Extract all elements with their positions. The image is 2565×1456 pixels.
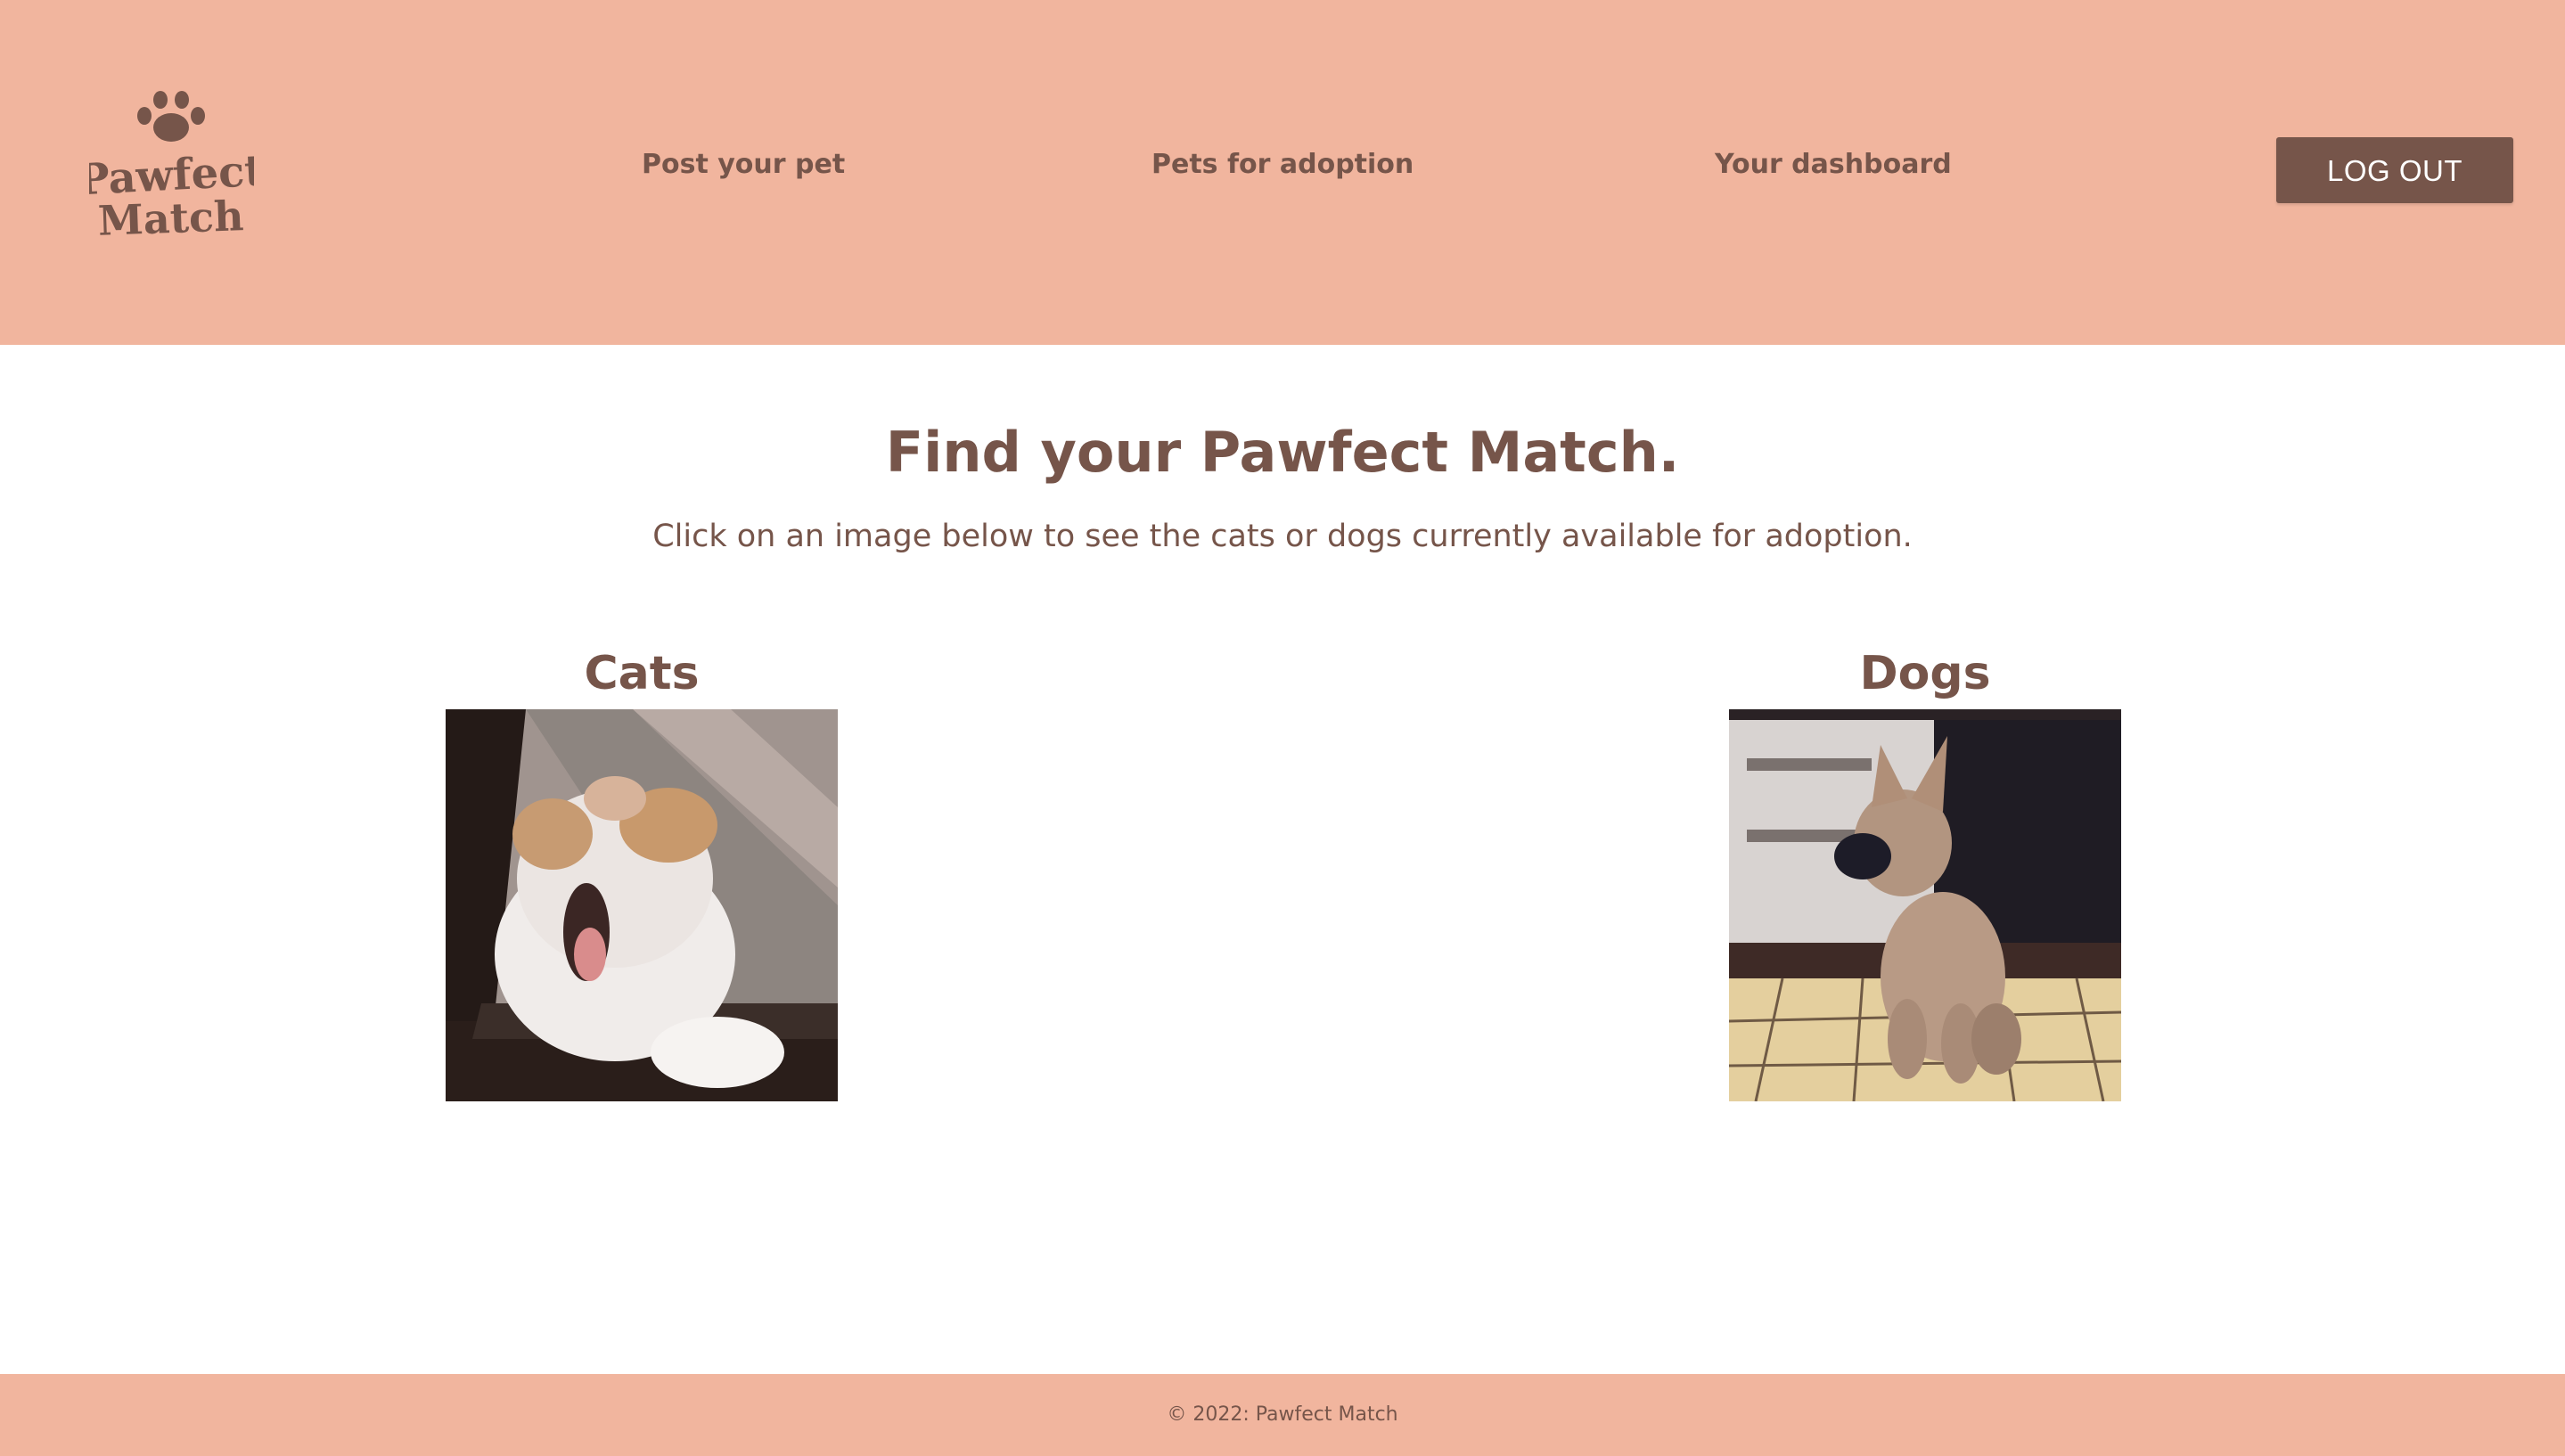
pawfect-match-logo[interactable]: Pawfect Match — [89, 85, 254, 245]
nav-pets-for-adoption[interactable]: Pets for adoption — [1151, 147, 1414, 183]
cats-image-link[interactable] — [446, 709, 838, 1101]
page-subtitle: Click on an image below to see the cats … — [652, 519, 1913, 554]
dogs-category: Dogs — [1729, 642, 2121, 1101]
logout-button[interactable]: LOG OUT — [2276, 137, 2513, 203]
dogs-heading: Dogs — [1859, 647, 1991, 700]
logo-name-line2: Match — [97, 192, 244, 245]
dogs-image-link[interactable] — [1729, 709, 2121, 1101]
puppy-photo — [1729, 709, 2121, 1101]
site-footer: © 2022: Pawfect Match — [0, 1374, 2565, 1456]
nav-your-dashboard[interactable]: Your dashboard — [1715, 147, 1952, 183]
paw-icon: Pawfect Match — [89, 91, 254, 245]
page-title: Find your Pawfect Match. — [885, 420, 1680, 485]
nav-post-your-pet[interactable]: Post your pet — [642, 147, 845, 183]
yawning-cat-photo — [446, 709, 838, 1101]
site-header: Pawfect Match Post your pet Pets for ado… — [0, 0, 2565, 345]
footer-copyright: © 2022: Pawfect Match — [1167, 1403, 1398, 1426]
cats-category: Cats — [446, 642, 838, 1101]
cats-heading: Cats — [584, 647, 700, 700]
